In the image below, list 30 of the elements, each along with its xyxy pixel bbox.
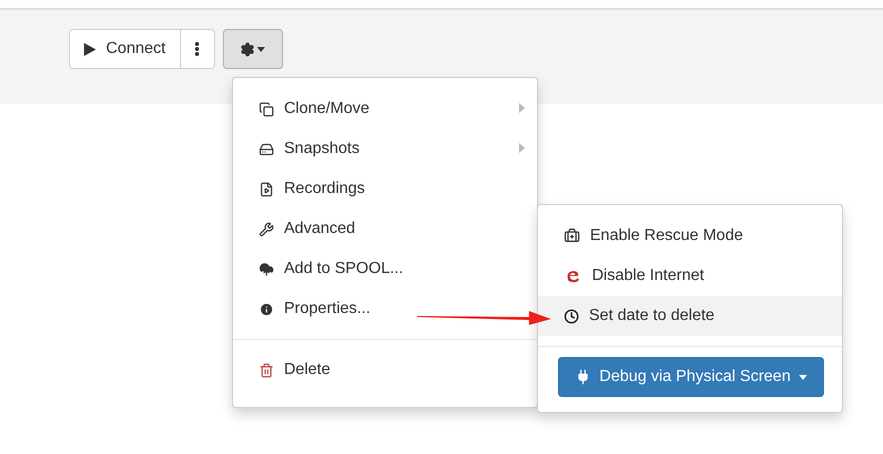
medical-kit-icon [564, 228, 580, 244]
caret-icon [257, 46, 266, 52]
settings-icon [240, 42, 256, 56]
caret-icon [798, 374, 807, 380]
menu-item[interactable]: Clone/Move [233, 89, 537, 129]
menu-item[interactable]: Delete [233, 350, 537, 390]
wrench-icon [259, 222, 274, 236]
hard-drive-icon [259, 142, 274, 156]
more-button[interactable] [180, 29, 215, 69]
menu-item[interactable]: Snapshots [233, 129, 537, 169]
menu-item[interactable]: Properties... [233, 289, 537, 329]
menu-item[interactable]: Set date to delete [538, 296, 842, 336]
copy-icon [259, 102, 274, 116]
clock-icon [564, 308, 579, 324]
kebab-icon [195, 42, 200, 56]
cloud-upload-icon [259, 262, 274, 276]
trash-icon [259, 362, 274, 378]
play-icon [84, 42, 96, 56]
menu-item[interactable]: Enable Rescue Mode [538, 216, 842, 256]
menu-item[interactable]: Advanced [233, 209, 537, 249]
info-icon [259, 302, 274, 316]
submenu-caret-icon [519, 143, 525, 153]
connect-button[interactable]: Connect [69, 29, 181, 69]
menu-item[interactable]: Add to SPOOL... [233, 249, 537, 289]
menu-item[interactable]: Disable Internet [538, 256, 842, 296]
debug-dropdown-button[interactable]: Debug via Physical Screen [558, 357, 824, 397]
settings-dropdown-button[interactable] [222, 29, 283, 69]
video-file-icon [259, 182, 274, 196]
submenu-caret-icon [519, 103, 525, 113]
menu-item[interactable]: Recordings [233, 169, 537, 209]
